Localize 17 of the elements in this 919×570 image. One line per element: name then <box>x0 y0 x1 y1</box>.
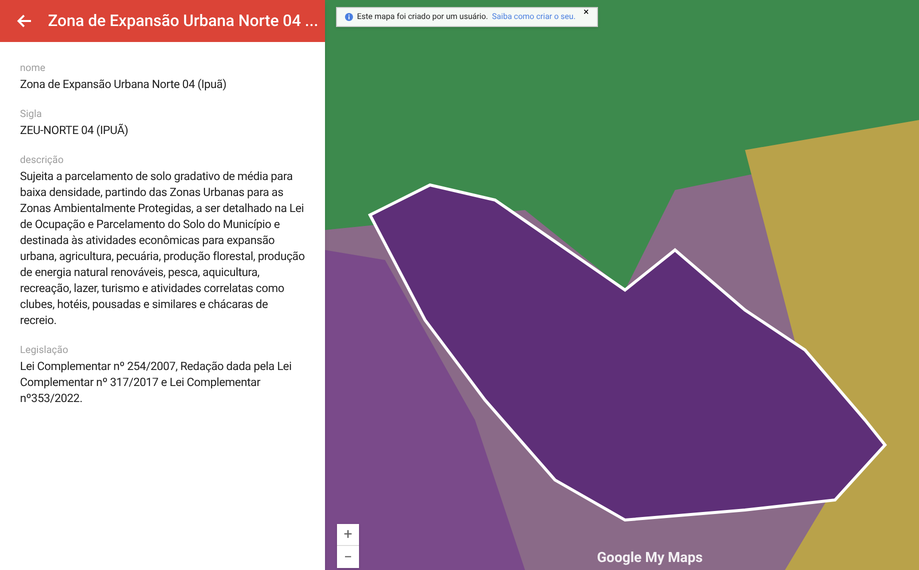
notice-text: Este mapa foi criado por um usuário. <box>357 11 488 23</box>
field-value: ZEU-NORTE 04 (IPUÃ) <box>20 122 130 138</box>
panel-title: Zona de Expansão Urbana Norte 04 ... <box>48 10 318 32</box>
zoom-in-button[interactable]: + <box>337 524 359 546</box>
back-arrow-icon[interactable] <box>16 13 32 29</box>
field-value: Zona de Expansão Urbana Norte 04 (Ipuã) <box>20 76 228 92</box>
learn-link[interactable]: Saiba como criar o seu. <box>492 11 576 23</box>
field-label: Legislação <box>20 344 70 358</box>
zoom-out-button[interactable]: − <box>337 546 359 568</box>
close-button[interactable]: × <box>584 8 589 18</box>
field-value: Sujeita a parcelamento de solo gradativo de média para baixa densidade, partindo das Zonas Urbanas para as Zonas Ambientalmente Protegidas, a ser detalhado na Lei de Ocupação e Parcelamento do Solo do Município e destinada às atividades econômicas para expansão urbana, agricultura, pecuária, produção florestal, produção de energia natural renováveis, pesca, aquicultura, recreação, lazer, turismo e atividades correlatas como clubes, hotéis, pousadas e similares e chácaras de recreio. <box>20 168 305 328</box>
field-label: Sigla <box>20 108 43 122</box>
field-label: descrição <box>20 154 65 168</box>
field-label: nome <box>20 62 46 76</box>
info-icon <box>345 13 353 21</box>
google-my-maps-logo: Google My Maps <box>597 549 703 568</box>
field-value: Lei Complementar nº 254/2007, Redação dada pela Lei Complementar nº 317/2017 e Lei Complementar nº353/2022. <box>20 358 293 406</box>
